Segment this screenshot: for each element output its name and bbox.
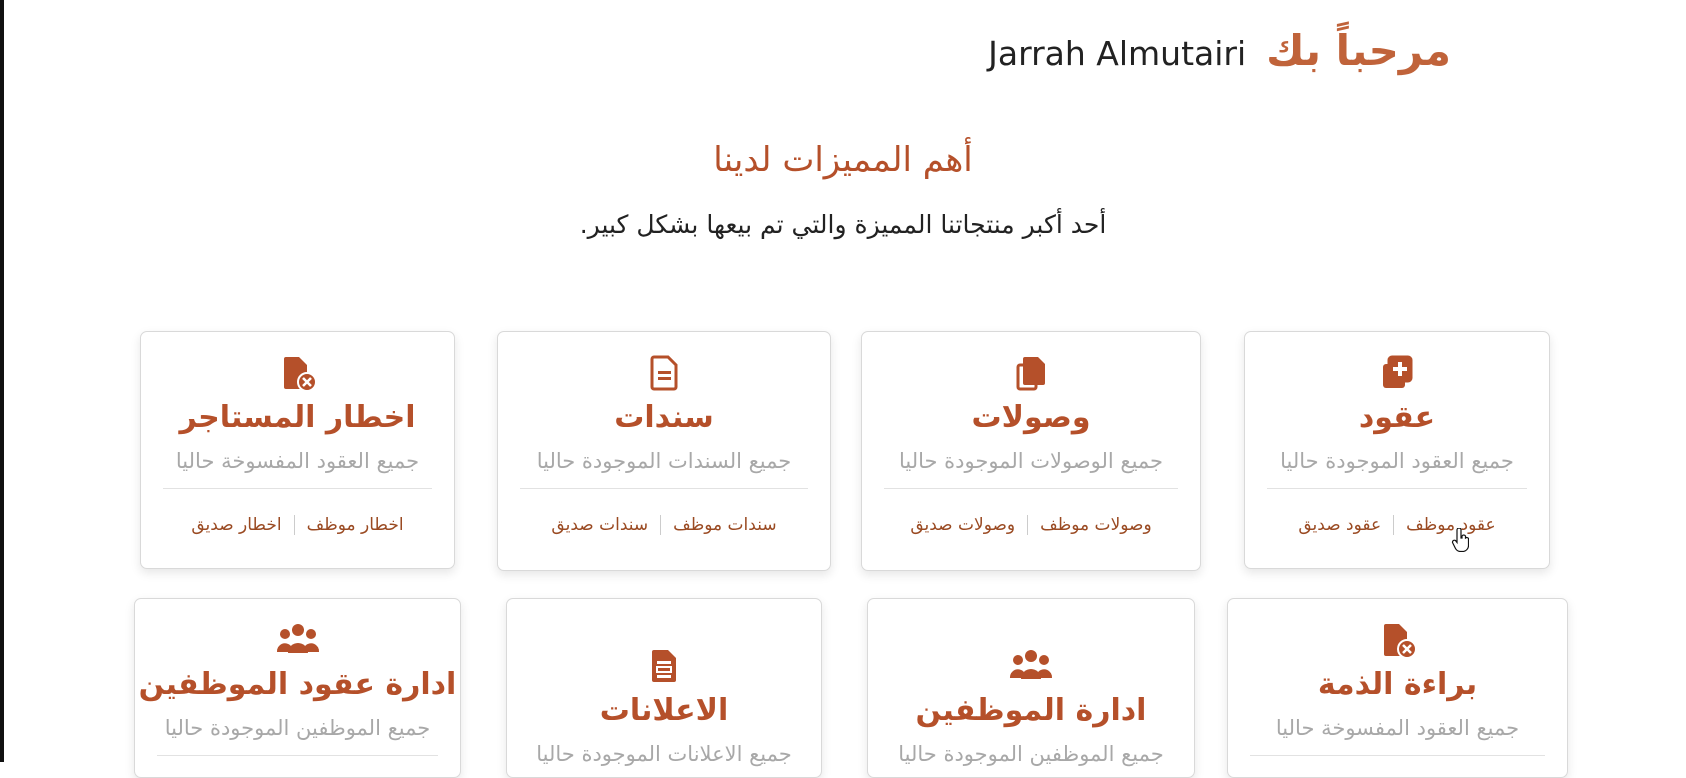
card-links: وصولات موظف وصولات صديق — [862, 515, 1200, 535]
card-employee-contracts-management[interactable]: ادارة عقود الموظفين جميع الموظفين الموجو… — [134, 598, 461, 778]
card-employee-management[interactable]: ادارة الموظفين جميع الموظفين الموجودة حا… — [867, 598, 1195, 778]
link-divider — [1027, 515, 1029, 535]
greeting-text: مرحباً بك — [1266, 26, 1451, 75]
features-title: أهم المميزات لدينا — [713, 140, 973, 180]
card-receipts[interactable]: وصولات جميع الوصولات الموجودة حاليا وصول… — [861, 331, 1201, 571]
card-bonds[interactable]: سندات جميع السندات الموجودة حاليا سندات … — [497, 331, 831, 571]
document-lines-icon — [507, 647, 821, 687]
card-links: اخطار موظف اخطار صديق — [141, 515, 454, 535]
card-description: جميع السندات الموجودة حاليا — [520, 444, 808, 489]
card-description: جميع العقود الموجودة حاليا — [1267, 444, 1527, 489]
card-title: براءة الذمة — [1317, 667, 1478, 702]
users-icon — [135, 621, 460, 661]
card-tenant-notice[interactable]: اخطار المستاجر جميع العقود المفسوخة حالي… — [140, 331, 455, 569]
window-edge — [0, 0, 4, 762]
card-title: سندات — [614, 400, 714, 435]
card-title: ادارة عقود الموظفين — [138, 667, 457, 702]
copy-icon — [862, 354, 1200, 394]
card-contracts[interactable]: عقود جميع العقود الموجودة حاليا عقود موظ… — [1244, 331, 1550, 569]
file-cancel-icon — [1228, 621, 1567, 661]
link-friend-receipts[interactable]: وصولات صديق — [898, 515, 1027, 535]
file-plus-icon — [1245, 354, 1549, 394]
card-links: عقود موظف عقود صديق — [1245, 515, 1549, 535]
hand-cursor-icon — [1451, 528, 1469, 552]
card-description: جميع الوصولات الموجودة حاليا — [884, 444, 1178, 489]
link-divider — [660, 515, 662, 535]
card-links: سندات موظف سندات صديق — [498, 515, 830, 535]
document-icon — [498, 354, 830, 394]
card-title: الاعلانات — [599, 693, 729, 728]
link-friend-contracts[interactable]: عقود صديق — [1286, 515, 1393, 535]
card-title: وصولات — [971, 400, 1091, 435]
file-cancel-icon — [141, 354, 454, 394]
card-description: جميع العقود المفسوخة حاليا — [163, 444, 432, 489]
welcome-header: مرحباً بك Jarrah Almutairi — [988, 26, 1451, 75]
link-employee-receipts[interactable]: وصولات موظف — [1028, 515, 1164, 535]
card-title: اخطار المستاجر — [179, 400, 416, 435]
card-announcements[interactable]: الاعلانات جميع الاعلانات الموجودة حاليا — [506, 598, 822, 778]
link-friend-bonds[interactable]: سندات صديق — [539, 515, 660, 535]
card-clearance[interactable]: براءة الذمة جميع العقود المفسوخة حاليا — [1227, 598, 1568, 778]
card-title: عقود — [1358, 400, 1436, 435]
link-friend-notice[interactable]: اخطار صديق — [179, 515, 293, 535]
card-description: جميع العقود المفسوخة حاليا — [1250, 711, 1545, 756]
user-name: Jarrah Almutairi — [988, 34, 1247, 73]
card-title: ادارة الموظفين — [915, 693, 1147, 728]
users-icon — [868, 647, 1194, 687]
features-subtitle: أحد أكبر منتجاتنا المميزة والتي تم بيعها… — [579, 210, 1107, 239]
link-employee-bonds[interactable]: سندات موظف — [661, 515, 788, 535]
link-divider — [293, 515, 295, 535]
card-description: جميع الموظفين الموجودة حاليا — [890, 737, 1172, 777]
card-description: جميع الموظفين الموجودة حاليا — [157, 711, 438, 756]
link-employee-notice[interactable]: اخطار موظف — [295, 515, 416, 535]
link-divider — [1393, 515, 1395, 535]
card-description: جميع الاعلانات الموجودة حاليا — [529, 737, 799, 777]
